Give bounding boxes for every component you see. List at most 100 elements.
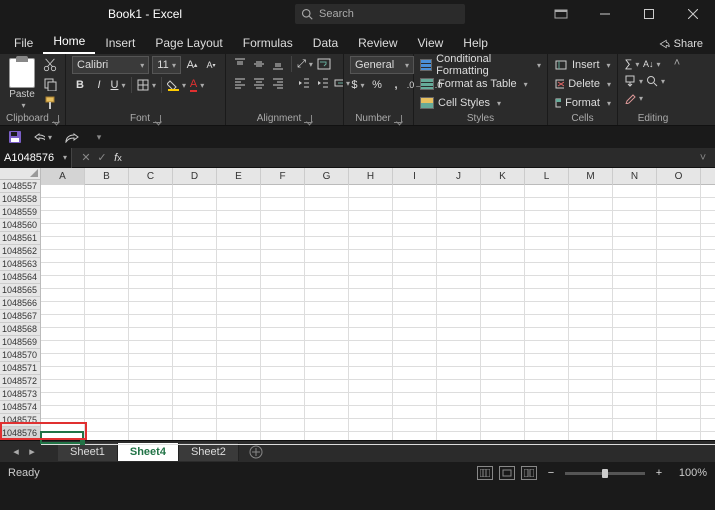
new-sheet-button[interactable] — [245, 445, 267, 459]
orientation-button[interactable]: ⤢▾ — [297, 56, 313, 72]
sort-filter-button[interactable]: A↓▾ — [643, 56, 661, 72]
font-size-select[interactable]: 11▾ — [152, 56, 181, 74]
column-header[interactable]: A — [41, 168, 85, 185]
column-header[interactable]: C — [129, 168, 173, 185]
align-top-button[interactable] — [232, 56, 248, 72]
align-right-button[interactable] — [270, 75, 286, 91]
column-headers[interactable]: ABCDEFGHIJKLMNO — [41, 168, 715, 185]
minimize-button[interactable] — [583, 0, 627, 28]
row-header[interactable]: 1048569 — [0, 336, 40, 349]
row-header[interactable]: 1048565 — [0, 284, 40, 297]
row-header[interactable]: 1048564 — [0, 271, 40, 284]
maximize-button[interactable] — [627, 0, 671, 28]
font-dialog-launcher[interactable] — [153, 115, 161, 123]
autosum-button[interactable]: ∑▾ — [624, 56, 640, 72]
column-header[interactable]: L — [525, 168, 569, 185]
format-painter-button[interactable] — [41, 94, 59, 112]
sheet-tab[interactable]: Sheet1 — [58, 443, 118, 461]
format-as-table-button[interactable]: Format as Table▾ — [420, 75, 541, 93]
column-header[interactable]: M — [569, 168, 613, 185]
tab-formulas[interactable]: Formulas — [233, 32, 303, 54]
row-header[interactable]: 1048561 — [0, 232, 40, 245]
decrease-indent-button[interactable] — [296, 75, 312, 91]
row-header[interactable]: 1048563 — [0, 258, 40, 271]
zoom-level[interactable]: 100% — [673, 467, 707, 479]
cells-area[interactable] — [41, 185, 715, 440]
number-format-select[interactable]: General▾ — [350, 56, 414, 74]
insert-cells-button[interactable]: Insert▾ — [554, 56, 611, 74]
italic-button[interactable]: I — [91, 77, 107, 93]
align-left-button[interactable] — [232, 75, 248, 91]
sheet-nav-next[interactable]: ▸ — [24, 444, 40, 460]
customize-qat-button[interactable]: ▾ — [90, 128, 108, 146]
column-header[interactable]: K — [481, 168, 525, 185]
column-header[interactable]: G — [305, 168, 349, 185]
cell-styles-button[interactable]: Cell Styles▾ — [420, 94, 541, 112]
delete-cells-button[interactable]: Delete▾ — [554, 75, 611, 93]
column-header[interactable]: J — [437, 168, 481, 185]
expand-formula-bar-button[interactable]: ˅ — [695, 150, 711, 166]
clear-button[interactable]: ▾ — [624, 90, 643, 106]
align-bottom-button[interactable] — [270, 56, 286, 72]
increase-indent-button[interactable] — [315, 75, 331, 91]
copy-button[interactable] — [41, 75, 59, 93]
column-header[interactable]: I — [393, 168, 437, 185]
tab-view[interactable]: View — [408, 32, 454, 54]
row-header[interactable]: 1048558 — [0, 193, 40, 206]
row-header[interactable]: 1048559 — [0, 206, 40, 219]
sheet-nav-prev[interactable]: ◂ — [8, 444, 24, 460]
column-header[interactable]: E — [217, 168, 261, 185]
collapse-ribbon-button[interactable]: ˄ — [670, 54, 684, 72]
tab-insert[interactable]: Insert — [95, 32, 145, 54]
sheet-tab[interactable]: Sheet4 — [118, 443, 179, 461]
underline-button[interactable]: U▾ — [110, 77, 126, 93]
font-color-button[interactable]: A▾ — [189, 77, 205, 93]
worksheet-grid[interactable]: 1048557104855810485591048560104856110485… — [0, 168, 715, 440]
column-header[interactable]: H — [349, 168, 393, 185]
accounting-format-button[interactable]: $▾ — [350, 77, 366, 93]
zoom-in-button[interactable]: + — [651, 465, 667, 481]
align-middle-button[interactable] — [251, 56, 267, 72]
cut-button[interactable] — [41, 56, 59, 74]
redo-button[interactable] — [62, 128, 80, 146]
formula-enter-button[interactable]: ✓ — [94, 150, 110, 166]
name-box[interactable]: A1048576▾ — [0, 148, 72, 168]
format-cells-button[interactable]: Format▾ — [554, 94, 611, 112]
select-all-corner[interactable] — [0, 168, 41, 180]
row-header[interactable]: 1048571 — [0, 362, 40, 375]
paste-button[interactable]: Paste ▾ — [6, 58, 38, 110]
close-button[interactable] — [671, 0, 715, 28]
row-header[interactable]: 1048572 — [0, 375, 40, 388]
tab-file[interactable]: File — [4, 32, 43, 54]
row-header[interactable]: 1048575 — [0, 414, 40, 427]
row-header[interactable]: 1048562 — [0, 245, 40, 258]
share-button[interactable]: Share — [650, 34, 711, 54]
increase-font-button[interactable]: A▴ — [184, 57, 200, 73]
row-header[interactable]: 1048576 — [0, 427, 40, 440]
row-headers[interactable]: 1048557104855810485591048560104856110485… — [0, 180, 41, 440]
tab-home[interactable]: Home — [43, 30, 95, 54]
clipboard-dialog-launcher[interactable] — [52, 115, 59, 123]
column-header[interactable]: D — [173, 168, 217, 185]
tab-review[interactable]: Review — [348, 32, 407, 54]
zoom-slider[interactable] — [565, 472, 645, 475]
tab-help[interactable]: Help — [453, 32, 498, 54]
save-button[interactable] — [6, 128, 24, 146]
row-header[interactable]: 1048566 — [0, 297, 40, 310]
bold-button[interactable]: B — [72, 77, 88, 93]
fill-button[interactable]: ▾ — [624, 73, 643, 89]
column-header[interactable]: F — [261, 168, 305, 185]
comma-format-button[interactable]: , — [388, 77, 404, 93]
page-break-view-button[interactable] — [521, 466, 537, 480]
row-header[interactable]: 1048568 — [0, 323, 40, 336]
page-layout-view-button[interactable] — [499, 466, 515, 480]
tab-data[interactable]: Data — [303, 32, 348, 54]
tab-page-layout[interactable]: Page Layout — [145, 32, 232, 54]
row-header[interactable]: 1048570 — [0, 349, 40, 362]
row-header[interactable]: 1048557 — [0, 180, 40, 193]
column-header[interactable]: N — [613, 168, 657, 185]
find-select-button[interactable]: ▾ — [646, 73, 665, 89]
align-center-button[interactable] — [251, 75, 267, 91]
insert-function-button[interactable]: fx — [110, 150, 126, 166]
percent-format-button[interactable]: % — [369, 77, 385, 93]
